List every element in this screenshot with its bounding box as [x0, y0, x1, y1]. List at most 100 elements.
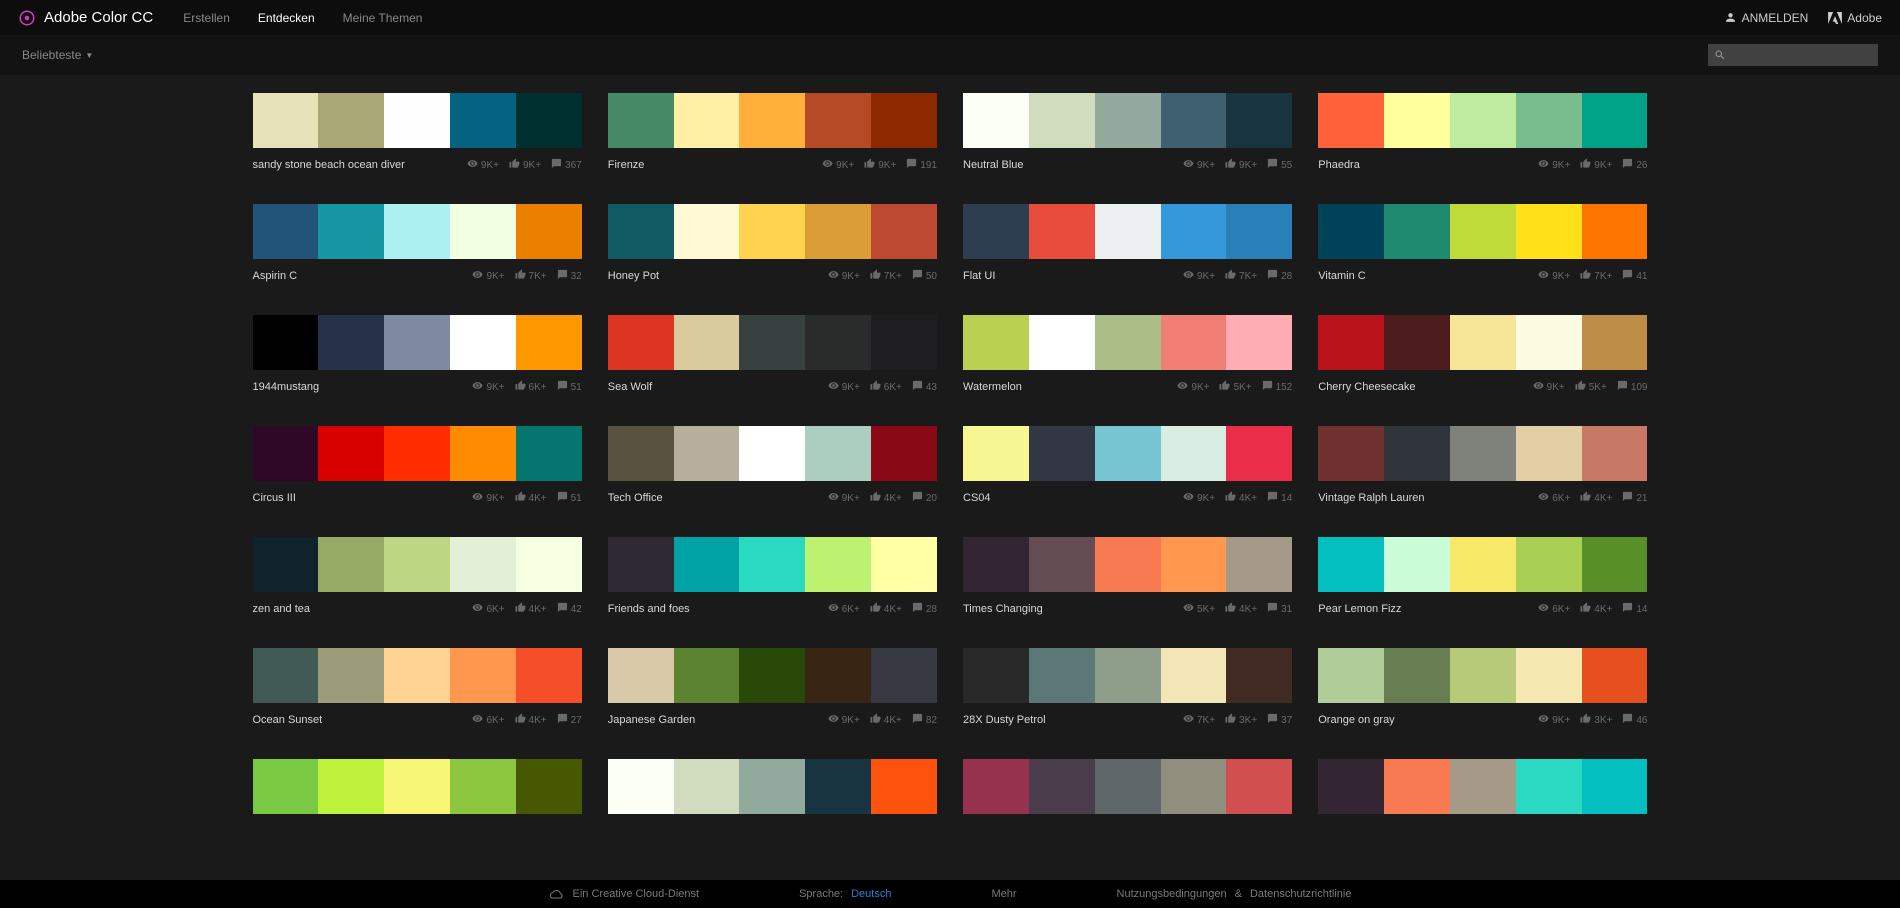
- swatch: [516, 759, 582, 814]
- theme-card[interactable]: [608, 759, 937, 814]
- filter-dropdown[interactable]: Beliebteste ▼: [22, 48, 93, 62]
- theme-card[interactable]: Japanese Garden9K+4K+82: [608, 648, 937, 727]
- theme-card[interactable]: Watermelon9K+5K+152: [963, 315, 1292, 394]
- login-link[interactable]: ANMELDEN: [1724, 11, 1809, 25]
- theme-card[interactable]: zen and tea6K+4K+42: [253, 537, 582, 616]
- comments-stat: 37: [1267, 713, 1292, 727]
- comments-count: 109: [1631, 382, 1648, 393]
- theme-card[interactable]: Phaedra9K+9K+26: [1318, 93, 1647, 172]
- thumb-up-icon: [515, 269, 526, 283]
- likes-count: 4K+: [1239, 493, 1257, 504]
- theme-card[interactable]: Honey Pot9K+7K+50: [608, 204, 937, 283]
- theme-card[interactable]: Flat UI9K+7K+28: [963, 204, 1292, 283]
- views-stat: 5K+: [1183, 602, 1215, 616]
- swatch: [1384, 204, 1450, 259]
- theme-card[interactable]: Pear Lemon Fizz6K+4K+14: [1318, 537, 1647, 616]
- swatch-row: [253, 648, 582, 703]
- swatch: [1226, 759, 1292, 814]
- theme-stats: 9K+6K+51: [472, 380, 581, 394]
- swatch: [608, 315, 674, 370]
- comments-stat: 27: [557, 713, 582, 727]
- theme-card[interactable]: Neutral Blue9K+9K+55: [963, 93, 1292, 172]
- swatch: [674, 93, 740, 148]
- theme-card[interactable]: 1944mustang9K+6K+51: [253, 315, 582, 394]
- thumb-up-icon: [1225, 269, 1236, 283]
- swatch: [450, 93, 516, 148]
- theme-card[interactable]: Vitamin C9K+7K+41: [1318, 204, 1647, 283]
- swatch: [1318, 204, 1384, 259]
- theme-card[interactable]: Firenze9K+9K+191: [608, 93, 937, 172]
- likes-stat: 4K+: [870, 602, 902, 616]
- views-stat: 6K+: [1538, 602, 1570, 616]
- theme-card[interactable]: Circus III9K+4K+51: [253, 426, 582, 505]
- search-input[interactable]: [1708, 44, 1878, 66]
- cloud-icon: [549, 888, 565, 900]
- swatch: [805, 426, 871, 481]
- theme-meta: Flat UI9K+7K+28: [963, 269, 1292, 283]
- theme-card[interactable]: Friends and foes6K+4K+28: [608, 537, 937, 616]
- comment-icon: [1622, 491, 1633, 505]
- views-count: 9K+: [481, 160, 499, 171]
- theme-card[interactable]: [963, 759, 1292, 814]
- privacy-link[interactable]: Datenschutzrichtlinie: [1250, 888, 1352, 900]
- theme-card[interactable]: Ocean Sunset6K+4K+27: [253, 648, 582, 727]
- theme-meta: Friends and foes6K+4K+28: [608, 602, 937, 616]
- swatch: [318, 759, 384, 814]
- swatch: [450, 204, 516, 259]
- comments-stat: 41: [1622, 269, 1647, 283]
- theme-card[interactable]: [1318, 759, 1647, 814]
- swatch: [1161, 204, 1227, 259]
- theme-card[interactable]: Orange on gray9K+3K+46: [1318, 648, 1647, 727]
- adobe-link[interactable]: Adobe: [1828, 11, 1882, 25]
- theme-card[interactable]: CS049K+4K+14: [963, 426, 1292, 505]
- theme-stats: 9K+9K+191: [822, 158, 937, 172]
- swatch: [1029, 204, 1095, 259]
- footer-language[interactable]: Sprache: Deutsch: [799, 888, 891, 900]
- theme-card[interactable]: [253, 759, 582, 814]
- theme-card[interactable]: Vintage Ralph Lauren6K+4K+21: [1318, 426, 1647, 505]
- likes-count: 3K+: [1594, 715, 1612, 726]
- swatch-row: [1318, 537, 1647, 592]
- thumb-up-icon: [515, 602, 526, 616]
- swatch-row: [253, 315, 582, 370]
- theme-name: zen and tea: [253, 603, 311, 615]
- theme-name: CS04: [963, 492, 991, 504]
- adobe-label: Adobe: [1847, 11, 1882, 25]
- brand[interactable]: Adobe Color CC: [18, 9, 153, 27]
- theme-card[interactable]: sandy stone beach ocean diver9K+9K+367: [253, 93, 582, 172]
- likes-stat: 7K+: [870, 269, 902, 283]
- swatch: [1582, 537, 1648, 592]
- swatch-row: [963, 537, 1292, 592]
- swatch: [674, 204, 740, 259]
- theme-card[interactable]: 28X Dusty Petrol7K+3K+37: [963, 648, 1292, 727]
- swatch: [1161, 648, 1227, 703]
- swatch: [384, 93, 450, 148]
- nav-meine-themen[interactable]: Meine Themen: [343, 11, 423, 25]
- swatch: [253, 315, 319, 370]
- swatch: [384, 648, 450, 703]
- nav-erstellen[interactable]: Erstellen: [183, 11, 230, 25]
- theme-card[interactable]: Times Changing5K+4K+31: [963, 537, 1292, 616]
- swatch-row: [608, 204, 937, 259]
- theme-meta: Watermelon9K+5K+152: [963, 380, 1292, 394]
- theme-stats: 9K+4K+20: [828, 491, 937, 505]
- swatch: [1582, 315, 1648, 370]
- header-right: ANMELDEN Adobe: [1724, 11, 1882, 25]
- likes-count: 4K+: [1239, 604, 1257, 615]
- footer-mehr[interactable]: Mehr: [991, 888, 1016, 900]
- theme-card[interactable]: Aspirin C9K+7K+32: [253, 204, 582, 283]
- eye-icon: [1533, 380, 1544, 394]
- theme-card[interactable]: Cherry Cheesecake9K+5K+109: [1318, 315, 1647, 394]
- theme-card[interactable]: Tech Office9K+4K+20: [608, 426, 937, 505]
- swatch-row: [608, 648, 937, 703]
- swatch: [1582, 426, 1648, 481]
- nav-entdecken[interactable]: Entdecken: [258, 11, 315, 25]
- terms-link[interactable]: Nutzungsbedingungen: [1117, 888, 1227, 900]
- swatch: [1161, 93, 1227, 148]
- thumb-up-icon: [1225, 158, 1236, 172]
- eye-icon: [472, 713, 483, 727]
- theme-card[interactable]: Sea Wolf9K+6K+43: [608, 315, 937, 394]
- swatch: [1318, 648, 1384, 703]
- swatch: [318, 315, 384, 370]
- swatch: [871, 648, 937, 703]
